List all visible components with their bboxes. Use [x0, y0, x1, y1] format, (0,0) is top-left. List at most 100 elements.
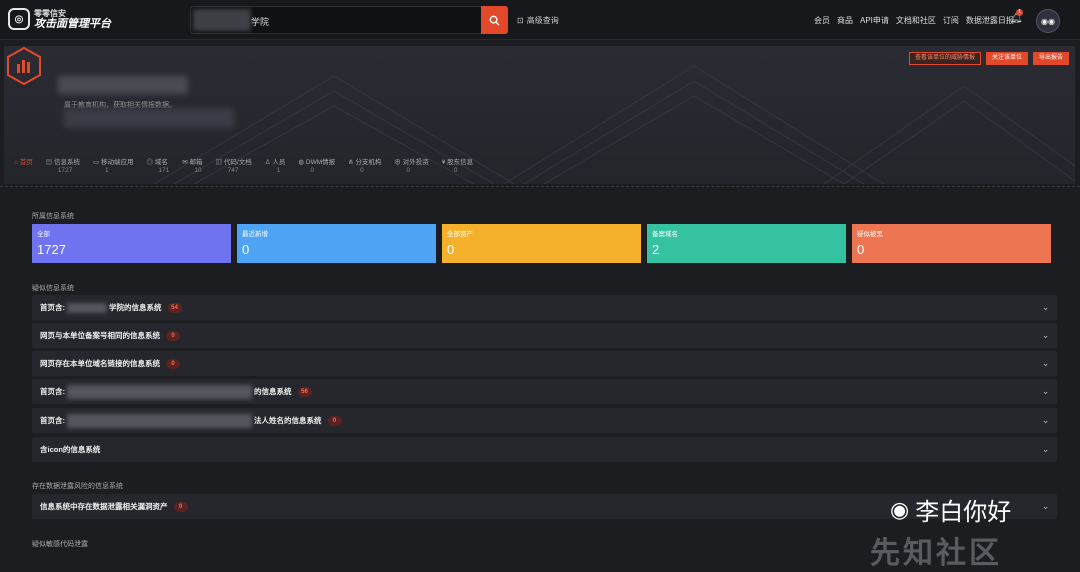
- accordion-row[interactable]: 首页含: 法人姓名的信息系统 0 ⌄: [32, 408, 1057, 433]
- row-suffix: 法人姓名的信息系统: [254, 416, 322, 425]
- tab-label: ✉ 邮箱: [182, 159, 203, 166]
- row-title: 首页含:: [40, 416, 65, 425]
- advanced-search-label: 高级查询: [526, 16, 559, 25]
- row-title: 首页含:: [40, 303, 65, 312]
- card-label: 全部: [37, 231, 50, 238]
- threat-intel-button[interactable]: 查看该单位的威胁情报: [908, 52, 981, 65]
- watermark: ◉ 李白你好: [890, 492, 1011, 527]
- tab-investments[interactable]: ⊕ 对外投资 0: [394, 156, 428, 174]
- tab-label: ▥ 代码/文档: [215, 159, 252, 166]
- card-label: 疑似被黑: [857, 231, 883, 238]
- redacted-org-detail: [64, 108, 234, 128]
- tab-count: 0: [453, 167, 458, 174]
- accordion-row[interactable]: 网页与本单位备案号相同的信息系统 0 ⌄: [32, 323, 1057, 348]
- chevron-down-icon: ⌄: [1042, 416, 1049, 425]
- accordion-row[interactable]: 首页含: 学院的信息系统 54 ⌄: [32, 295, 1057, 320]
- count-badge: 0: [166, 330, 180, 341]
- tab-home[interactable]: ⌂ 首页: [14, 156, 33, 174]
- card-recent[interactable]: 最近新增 0: [237, 224, 436, 263]
- chevron-down-icon: ⌄: [1042, 502, 1049, 511]
- accordion-row[interactable]: 网页存在本单位域名链接的信息系统 0 ⌄: [32, 351, 1057, 376]
- watermark-text: 李白你好: [915, 499, 1012, 526]
- follow-org-button[interactable]: 关注该单位: [985, 52, 1028, 65]
- tab-count: 0: [406, 167, 411, 174]
- nav-docs[interactable]: 文档和社区: [896, 15, 936, 26]
- row-suffix: 学院的信息系统: [109, 303, 162, 312]
- tab-label: ▭ 移动端应用: [93, 159, 134, 166]
- nav-api[interactable]: API申请: [860, 15, 889, 26]
- redacted-org-name: [58, 76, 188, 94]
- stat-cards: 全部 1727 最近新增 0 全部资产 0 备案域名 2 疑似被黑 0: [32, 224, 1051, 263]
- card-label: 备案域名: [652, 231, 678, 238]
- accordion-row[interactable]: 首页含: 的信息系统 56 ⌄: [32, 379, 1057, 404]
- notification-badge: 1: [1016, 9, 1023, 16]
- org-banner: 查看该单位的威胁情报 关注该单位 导出报告 属于教育机构，获取相关情报数据。 ⌂…: [4, 46, 1075, 184]
- row-title: 网页存在本单位域名链接的信息系统: [40, 359, 160, 368]
- card-value: 2: [652, 242, 660, 257]
- row-title: 网页与本单位备案号相同的信息系统: [40, 331, 160, 340]
- search-button[interactable]: [481, 6, 508, 34]
- chevron-down-icon: ⌄: [1042, 445, 1049, 454]
- brand-watermark: 先知社区: [870, 537, 1002, 570]
- chevron-down-icon: ⌄: [1042, 387, 1049, 396]
- tab-people[interactable]: ♙ 人员 1: [265, 156, 286, 174]
- tab-count: 0: [310, 167, 315, 174]
- tab-count: 747: [227, 167, 239, 174]
- card-hacked[interactable]: 疑似被黑 0: [852, 224, 1051, 263]
- section-label-suspect: 疑似信息系统: [32, 285, 74, 292]
- card-value: 0: [242, 242, 250, 257]
- chevron-down-icon: ⌄: [1042, 303, 1049, 312]
- card-domains[interactable]: 备案域名 2: [647, 224, 846, 263]
- platform-logo[interactable]: ◎ 零零信安 攻击面管理平台: [8, 8, 111, 30]
- export-report-button[interactable]: 导出报告: [1032, 52, 1069, 65]
- nav-leak-daily[interactable]: 数据泄露日报: [966, 15, 1014, 26]
- section-label-code: 疑似敏感代码泄露: [32, 541, 88, 548]
- tab-count: 1: [105, 167, 109, 174]
- count-badge: 56: [297, 386, 312, 397]
- top-bar: ◎ 零零信安 攻击面管理平台 学院 ⊡ 高级查询 会员 商品 API申请 文档和…: [0, 0, 1080, 40]
- nav-products[interactable]: 商品: [837, 15, 853, 26]
- count-badge: 54: [167, 302, 182, 313]
- tab-count: 10: [194, 167, 202, 174]
- card-value: 1727: [37, 242, 66, 257]
- logo-icon: ◎: [8, 8, 30, 30]
- home-icon: ⌂ 首页: [14, 159, 33, 166]
- row-title: 含icon的信息系统: [40, 445, 101, 454]
- avatar[interactable]: ◉◉: [1036, 9, 1060, 33]
- nav-member[interactable]: 会员: [814, 15, 830, 26]
- tab-count: 0: [360, 167, 364, 174]
- advanced-search-link[interactable]: ⊡ 高级查询: [517, 15, 559, 26]
- card-all[interactable]: 全部 1727: [32, 224, 231, 263]
- section-label-leak: 存在数据泄露风险的信息系统: [32, 483, 123, 490]
- search-input[interactable]: 学院: [190, 6, 508, 34]
- chevron-down-icon: ⌄: [1042, 331, 1049, 340]
- tab-emails[interactable]: ✉ 邮箱 10: [182, 156, 202, 174]
- logo-main-text: 攻击面管理平台: [34, 18, 111, 30]
- nav-subscribe[interactable]: 订阅: [943, 15, 959, 26]
- chevron-down-icon: ⌄: [1042, 359, 1049, 368]
- tab-code-docs[interactable]: ▥ 代码/文档 747: [216, 156, 252, 174]
- advanced-search-icon: ⊡: [517, 16, 524, 25]
- divider: [0, 186, 1080, 188]
- tab-branches[interactable]: ⋔ 分支机构 0: [348, 156, 381, 174]
- section-label-systems: 所属信息系统: [32, 213, 74, 220]
- tab-shareholders[interactable]: ¥ 股东信息 0: [442, 156, 473, 174]
- card-label: 最近新增: [242, 231, 268, 238]
- tab-dwm[interactable]: ◍ DWM情报 0: [298, 156, 335, 174]
- tab-count: 171: [158, 167, 170, 174]
- tab-info-systems[interactable]: ▤ 信息系统 1727: [46, 156, 80, 174]
- redacted-region: [67, 302, 107, 313]
- search-value: 学院: [251, 17, 270, 27]
- row-suffix: 的信息系统: [254, 387, 292, 396]
- wechat-icon: ◉: [890, 496, 910, 522]
- card-assets[interactable]: 全部资产 0: [442, 224, 641, 263]
- card-label: 全部资产: [447, 231, 473, 238]
- tab-mobile-apps[interactable]: ▭ 移动端应用 1: [93, 156, 133, 174]
- tab-label: ⊕ 对外投资: [394, 159, 429, 166]
- tab-domains[interactable]: ◎ 域名 171: [147, 156, 170, 174]
- tab-count: 1: [276, 167, 281, 174]
- count-badge: 0: [173, 501, 188, 512]
- row-title: 信息系统中存在数据泄露相关漏洞资产: [40, 502, 168, 511]
- org-hex-icon: [7, 46, 41, 86]
- accordion-row[interactable]: 含icon的信息系统 ⌄: [32, 437, 1057, 462]
